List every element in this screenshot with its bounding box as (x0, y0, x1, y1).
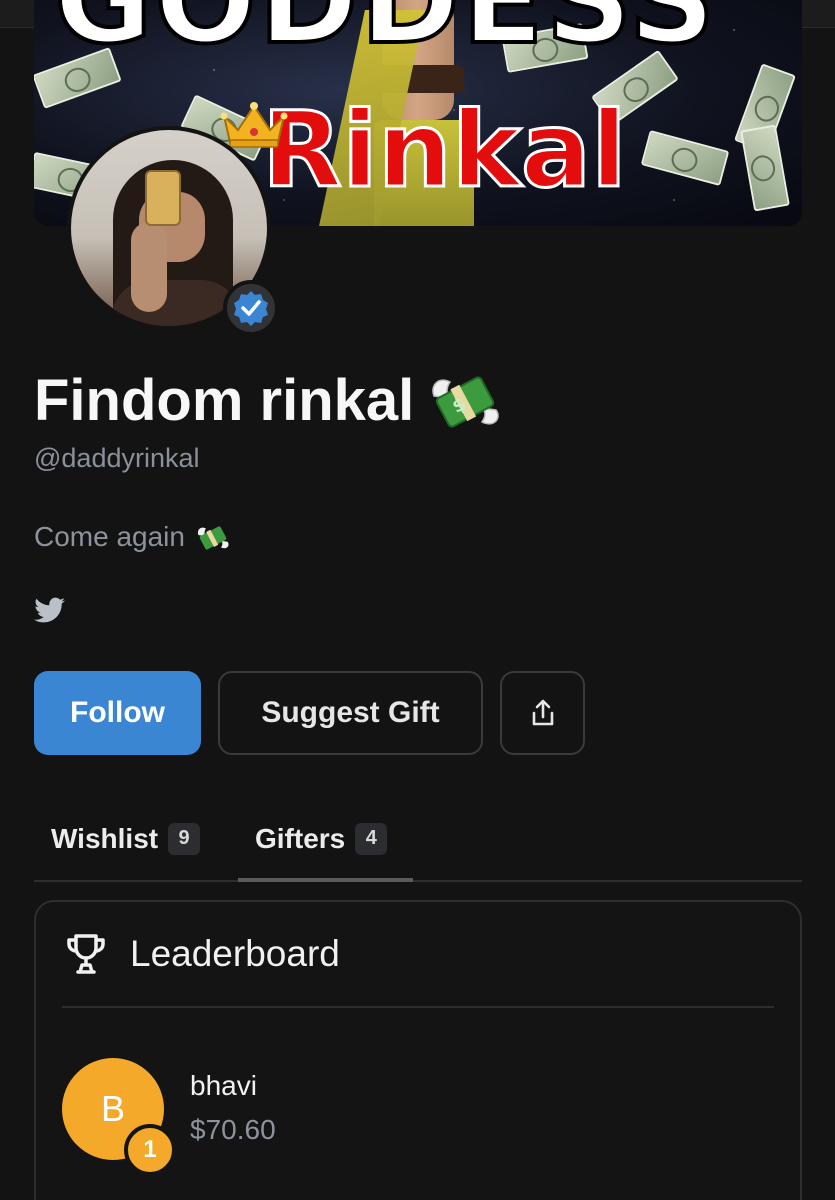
share-icon (532, 699, 553, 726)
banner-name-text: Rinkal (261, 89, 629, 211)
banner-title-text: GODDESS (52, 0, 718, 71)
gifter-name: bhavi (190, 1070, 257, 1101)
leaderboard-header: Leaderboard (64, 932, 340, 976)
banknote-decoration (740, 124, 790, 212)
twitter-icon[interactable] (34, 597, 66, 625)
active-tab-indicator (238, 878, 413, 882)
display-name: Findom rinkal $ (34, 366, 502, 436)
profile-tabs: Wishlist 9 Gifters 4 (34, 795, 802, 882)
tab-label: Wishlist (51, 822, 159, 854)
tab-label: Gifters (255, 822, 346, 854)
display-name-text: Findom rinkal (34, 368, 415, 433)
leaderboard-title: Leaderboard (130, 933, 340, 974)
rank-badge: 1 (124, 1124, 176, 1176)
leaderboard-card: Leaderboard B 1 bhavi $70.60 (34, 900, 802, 1200)
count-badge: 4 (355, 822, 388, 855)
divider (62, 1006, 774, 1008)
trophy-icon (67, 934, 105, 974)
bio: Come again (34, 521, 231, 553)
verified-badge (223, 280, 279, 336)
crown-icon (220, 102, 288, 148)
money-with-wings-icon: $ (432, 376, 500, 428)
gifter-amount: $70.60 (190, 1114, 276, 1145)
tab-gifters[interactable]: Gifters 4 (255, 795, 388, 882)
banknote-decoration (640, 130, 730, 186)
user-handle: @daddyrinkal (34, 443, 200, 473)
leaderboard-entry[interactable]: B 1 bhavi $70.60 (62, 1058, 762, 1176)
suggest-gift-button[interactable]: Suggest Gift (218, 671, 483, 755)
follow-button[interactable]: Follow (34, 671, 201, 755)
verified-check-icon (234, 291, 268, 326)
tab-wishlist[interactable]: Wishlist 9 (51, 795, 201, 882)
count-badge: 9 (168, 822, 201, 855)
money-with-wings-icon (197, 526, 229, 550)
share-button[interactable] (500, 671, 585, 755)
bio-text: Come again (34, 521, 185, 552)
